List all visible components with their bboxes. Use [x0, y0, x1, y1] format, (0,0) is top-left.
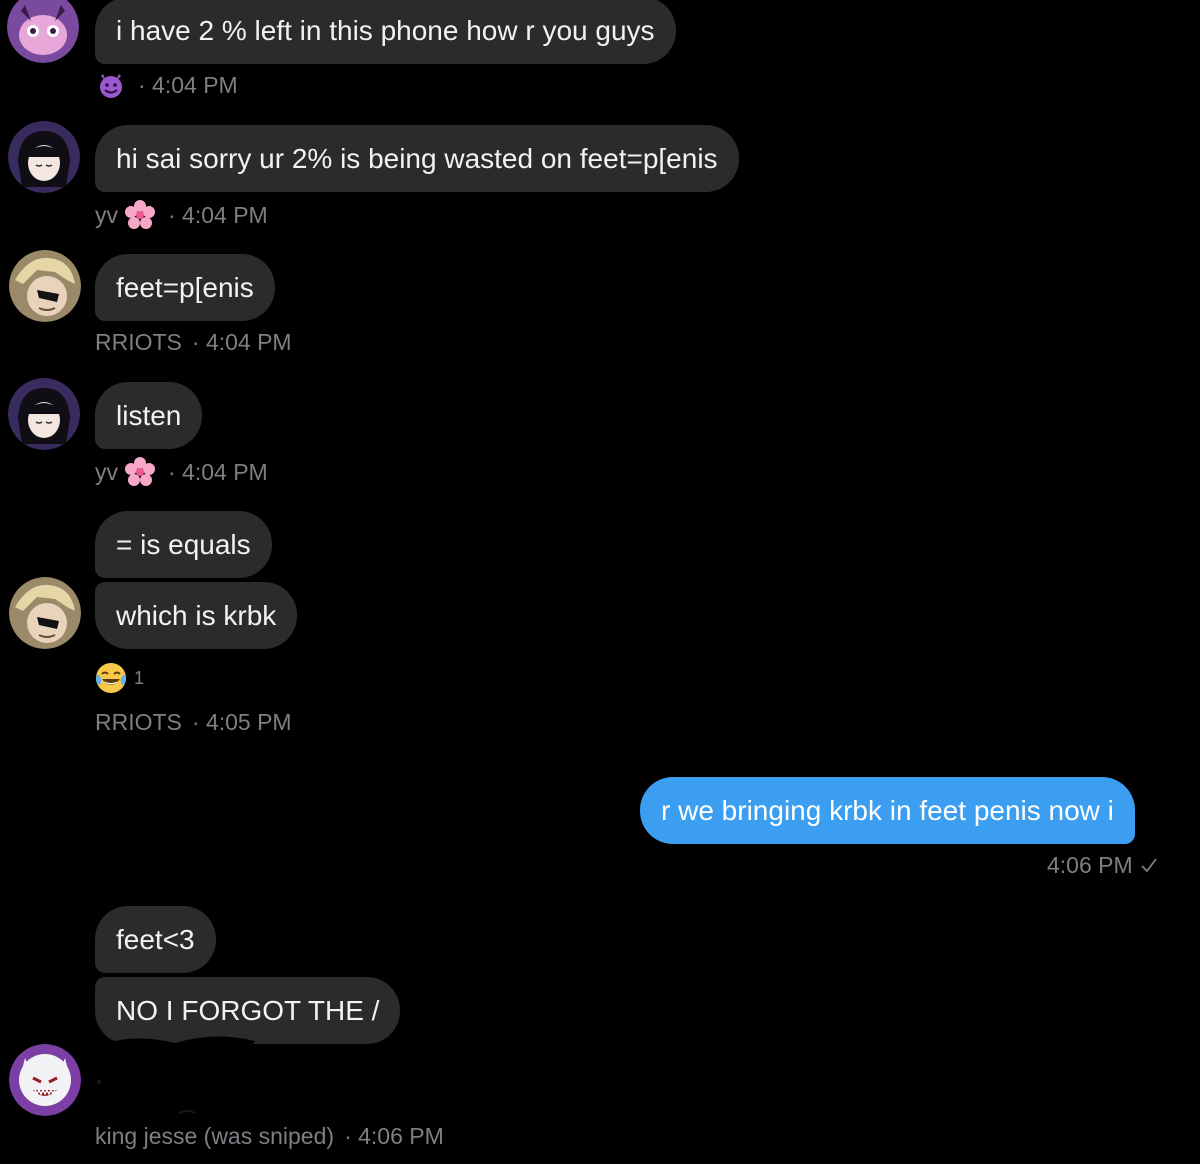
timestamp: · 4:04 PM	[168, 459, 268, 485]
message-text: listen	[116, 399, 182, 431]
sender-name[interactable]: RRIOTS	[95, 708, 182, 736]
message-bubble[interactable]: listen	[95, 382, 203, 449]
timestamp: · 4:06 PM	[344, 1123, 444, 1149]
message-bubble[interactable]: which is krbk	[95, 582, 298, 649]
message-text: feet<3	[116, 923, 195, 955]
avatar-rriots[interactable]	[9, 250, 81, 322]
message-bubble[interactable]: feet<3	[95, 906, 216, 973]
sender-name[interactable]: yv	[95, 458, 118, 486]
timestamp: 4:06 PM	[1047, 852, 1133, 878]
cherry-blossom-emoji-icon	[124, 199, 156, 231]
message-bubble[interactable]: hi sai sorry ur 2% is being wasted on fe…	[95, 125, 739, 192]
message-meta: king jesse (was sniped) · 4:06 PM	[95, 1122, 448, 1150]
avatar-sai[interactable]	[7, 0, 79, 63]
my-message-bubble[interactable]: r we bringing krbk in feet penis now i	[640, 777, 1135, 844]
reaction-count: 1	[134, 667, 145, 688]
message-text: which is krbk	[116, 599, 277, 631]
timestamp: · 4:04 PM	[191, 329, 292, 355]
reaction-chip[interactable]: 1	[94, 661, 144, 695]
timestamp: · 4:04 PM	[168, 202, 268, 228]
message-text: = is equals	[116, 528, 251, 560]
message-bubble[interactable]: i have 2 % left in this phone how r you …	[95, 0, 676, 64]
message-text: NO I FORGOT THE /	[116, 994, 380, 1026]
message-meta: RRIOTS · 4:04 PM	[95, 328, 296, 356]
sender-name[interactable]: king jesse (was sniped)	[95, 1122, 334, 1150]
avatar-rriots[interactable]	[9, 577, 81, 649]
message-meta: · 4:04 PM	[96, 70, 242, 100]
message-meta: yv · 4:04 PM	[95, 456, 272, 488]
sender-name[interactable]: yv	[95, 201, 118, 229]
avatar-yv[interactable]	[8, 378, 80, 450]
timestamp: · 4:04 PM	[138, 72, 238, 98]
message-bubble[interactable]: feet=p[enis	[95, 254, 275, 321]
message-text: feet=p[enis	[116, 271, 254, 303]
smiling-devil-emoji-icon	[96, 70, 126, 100]
message-text: hi sai sorry ur 2% is being wasted on fe…	[116, 142, 718, 174]
avatar-king-jesse[interactable]	[9, 1044, 81, 1116]
message-meta: 4:06 PM	[1047, 851, 1158, 879]
message-meta: yv · 4:04 PM	[95, 199, 272, 231]
redacted-scribble	[95, 1027, 315, 1123]
sent-check-icon	[1140, 856, 1158, 874]
message-text: r we bringing krbk in feet penis now i	[661, 794, 1114, 826]
avatar-yv[interactable]	[8, 121, 80, 193]
message-meta: RRIOTS · 4:05 PM	[95, 708, 296, 736]
timestamp: · 4:05 PM	[191, 709, 292, 735]
laughing-tears-emoji-icon	[94, 661, 128, 695]
message-bubble[interactable]: = is equals	[95, 511, 272, 578]
message-text: i have 2 % left in this phone how r you …	[116, 14, 655, 46]
sender-name[interactable]: RRIOTS	[95, 328, 182, 356]
cherry-blossom-emoji-icon	[124, 456, 156, 488]
